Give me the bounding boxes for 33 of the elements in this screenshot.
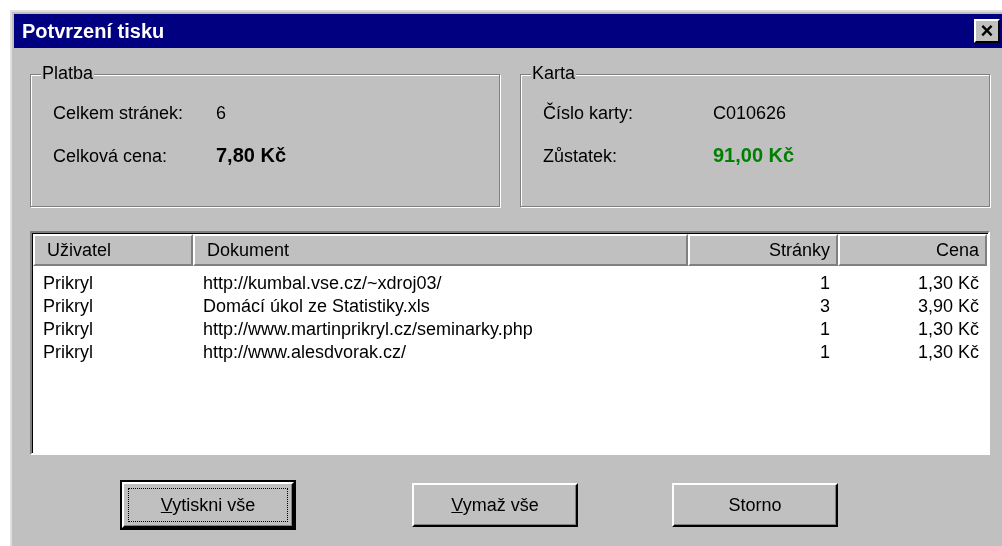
table-cell-text: 3 xyxy=(819,295,831,318)
table-cell-text: http://www.alesdvorak.cz/ xyxy=(202,341,408,364)
dialog-button[interactable]: Vytiskni vše xyxy=(122,482,294,528)
dialog-button[interactable]: Storno xyxy=(672,483,838,527)
column-header[interactable]: Dokument xyxy=(193,234,688,266)
table-cell-text: Prikryl xyxy=(42,341,94,364)
table-cell-text: Prikryl xyxy=(42,295,94,318)
table-cell-text: Domácí úkol ze Statistiky.xls xyxy=(202,295,431,318)
field-value: 7,80 Kč xyxy=(216,144,287,167)
column-header[interactable]: Cena xyxy=(838,234,987,266)
table-cell-text: 3,90 Kč xyxy=(916,295,980,318)
field-value: 6 xyxy=(216,103,226,124)
table-cell-text: 1 xyxy=(819,318,831,341)
field-label: Celková cena: xyxy=(53,146,169,167)
table-cell-text: 1,30 Kč xyxy=(916,272,980,295)
table-cell-text: 1 xyxy=(819,341,831,364)
field-label: Zůstatek: xyxy=(543,146,619,167)
table-cell-text: 1 xyxy=(819,272,831,295)
close-button[interactable]: × xyxy=(974,19,1000,43)
dialog-button[interactable]: Vymaž vše xyxy=(412,483,578,527)
table-cell-text: http://www.martinprikryl.cz/seminarky.php xyxy=(202,318,534,341)
table-cell-text: http://kumbal.vse.cz/~xdroj03/ xyxy=(202,272,443,295)
table-cell-text: 1,30 Kč xyxy=(916,341,980,364)
table-cell-text: Prikryl xyxy=(42,318,94,341)
column-header[interactable]: Stránky xyxy=(688,234,838,266)
table-cell-text: Prikryl xyxy=(42,272,94,295)
table-cell-text: 1,30 Kč xyxy=(916,318,980,341)
column-header[interactable]: Uživatel xyxy=(33,234,193,266)
field-value: 91,00 Kč xyxy=(713,144,795,167)
window-title: Potvrzení tisku xyxy=(22,19,165,43)
field-label: Celkem stránek: xyxy=(53,103,185,124)
field-label: Číslo karty: xyxy=(543,103,635,124)
field-value: C010626 xyxy=(713,103,787,124)
